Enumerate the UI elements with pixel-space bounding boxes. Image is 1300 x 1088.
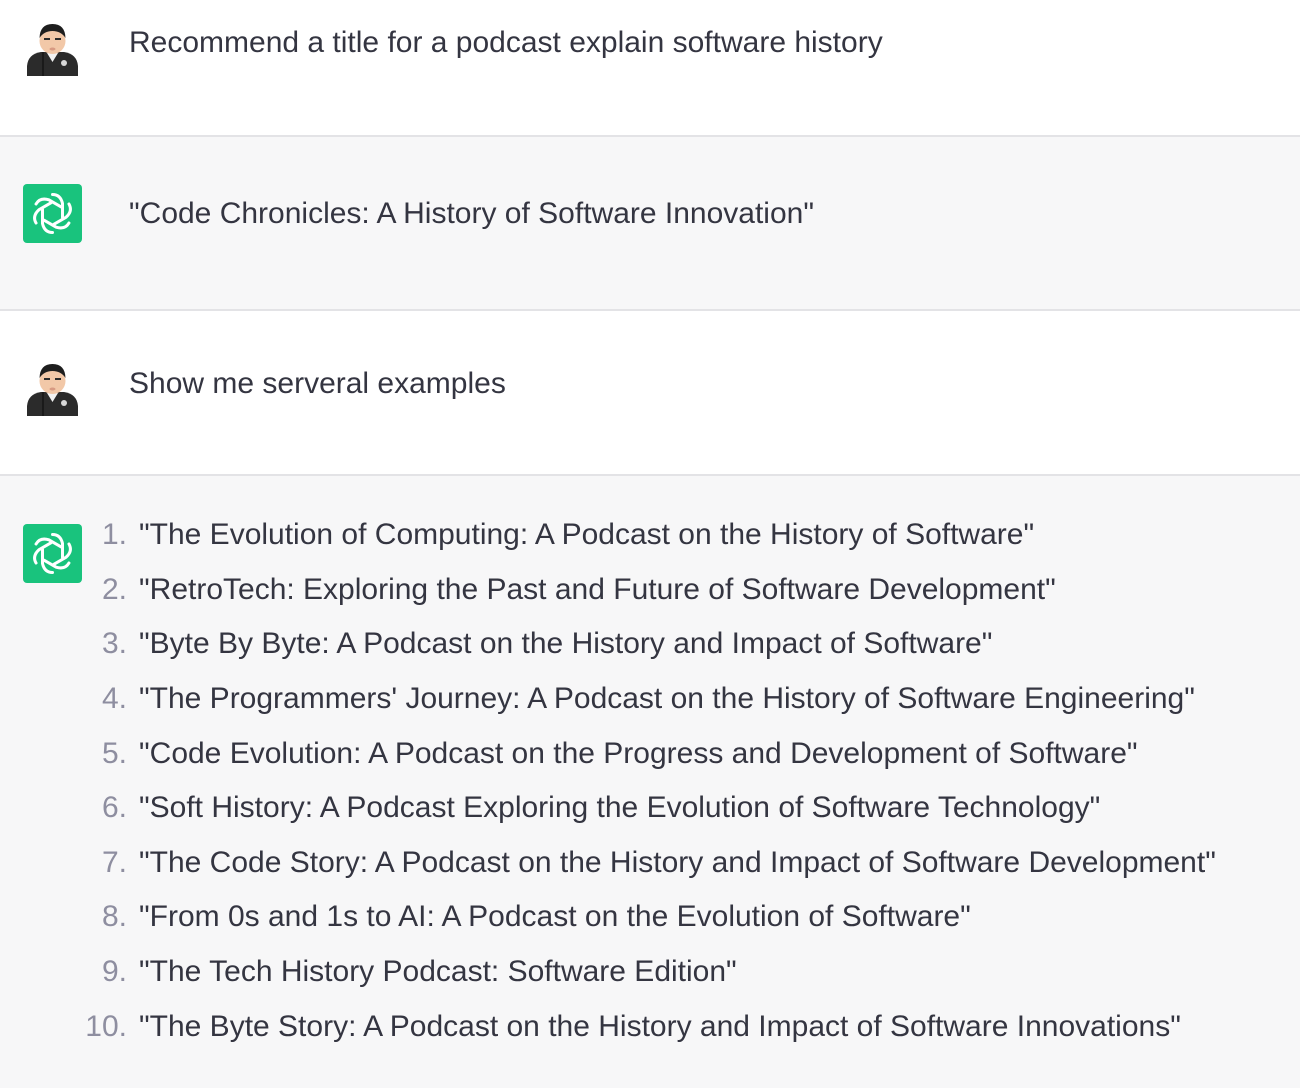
list-item-text: "From 0s and 1s to AI: A Podcast on the … — [139, 900, 971, 934]
list-item-number: 3. — [101, 627, 127, 661]
chatgpt-logo-icon — [23, 184, 82, 243]
list-item-number: 9. — [101, 955, 127, 989]
user-message-text: Show me serveral examples — [129, 367, 506, 400]
list-item-text: "Byte By Byte: A Podcast on the History … — [139, 627, 993, 661]
list-item: 8. "From 0s and 1s to AI: A Podcast on t… — [85, 890, 1216, 945]
list-item-number: 5. — [101, 736, 127, 770]
assistant-message: "Code Chronicles: A History of Software … — [0, 135, 1300, 309]
list-item-number: 8. — [101, 900, 127, 934]
list-item: 10. "The Byte Story: A Podcast on the Hi… — [85, 999, 1216, 1054]
list-item: 7. "The Code Story: A Podcast on the His… — [85, 836, 1216, 891]
list-item-text: "The Code Story: A Podcast on the Histor… — [139, 845, 1216, 879]
list-item: 6. "Soft History: A Podcast Exploring th… — [85, 781, 1216, 836]
list-item-text: "Code Evolution: A Podcast on the Progre… — [139, 736, 1138, 770]
list-item: 1. "The Evolution of Computing: A Podcas… — [85, 508, 1216, 563]
list-item-number: 7. — [101, 845, 127, 879]
user-message-text: Recommend a title for a podcast explain … — [129, 26, 883, 59]
chatgpt-logo-icon — [23, 524, 82, 583]
list-item-number: 6. — [101, 791, 127, 825]
podcast-title-list: 1. "The Evolution of Computing: A Podcas… — [85, 508, 1216, 1054]
user-avatar-icon — [23, 17, 82, 76]
list-item-number: 1. — [101, 518, 127, 552]
list-item-text: "The Tech History Podcast: Software Edit… — [139, 955, 737, 989]
list-item-number: 4. — [101, 682, 127, 716]
list-item: 9. "The Tech History Podcast: Software E… — [85, 945, 1216, 1000]
assistant-message-text: "Code Chronicles: A History of Software … — [129, 197, 814, 230]
list-item-number: 10. — [85, 1009, 127, 1043]
list-item: 4. "The Programmers' Journey: A Podcast … — [85, 672, 1216, 727]
user-avatar-icon — [23, 357, 82, 416]
list-item-text: "The Programmers' Journey: A Podcast on … — [139, 682, 1195, 716]
list-item-text: "The Evolution of Computing: A Podcast o… — [139, 518, 1035, 552]
list-item: 2. "RetroTech: Exploring the Past and Fu… — [85, 563, 1216, 618]
user-message: Recommend a title for a podcast explain … — [0, 0, 1300, 135]
assistant-message: 1. "The Evolution of Computing: A Podcas… — [0, 474, 1300, 1088]
conversation: Recommend a title for a podcast explain … — [0, 0, 1300, 1088]
list-item-text: "RetroTech: Exploring the Past and Futur… — [139, 572, 1056, 606]
list-item: 3. "Byte By Byte: A Podcast on the Histo… — [85, 617, 1216, 672]
list-item-number: 2. — [101, 572, 127, 606]
list-item-text: "Soft History: A Podcast Exploring the E… — [139, 791, 1101, 825]
user-message: Show me serveral examples — [0, 309, 1300, 474]
list-item-text: "The Byte Story: A Podcast on the Histor… — [139, 1009, 1181, 1043]
list-item: 5. "Code Evolution: A Podcast on the Pro… — [85, 726, 1216, 781]
